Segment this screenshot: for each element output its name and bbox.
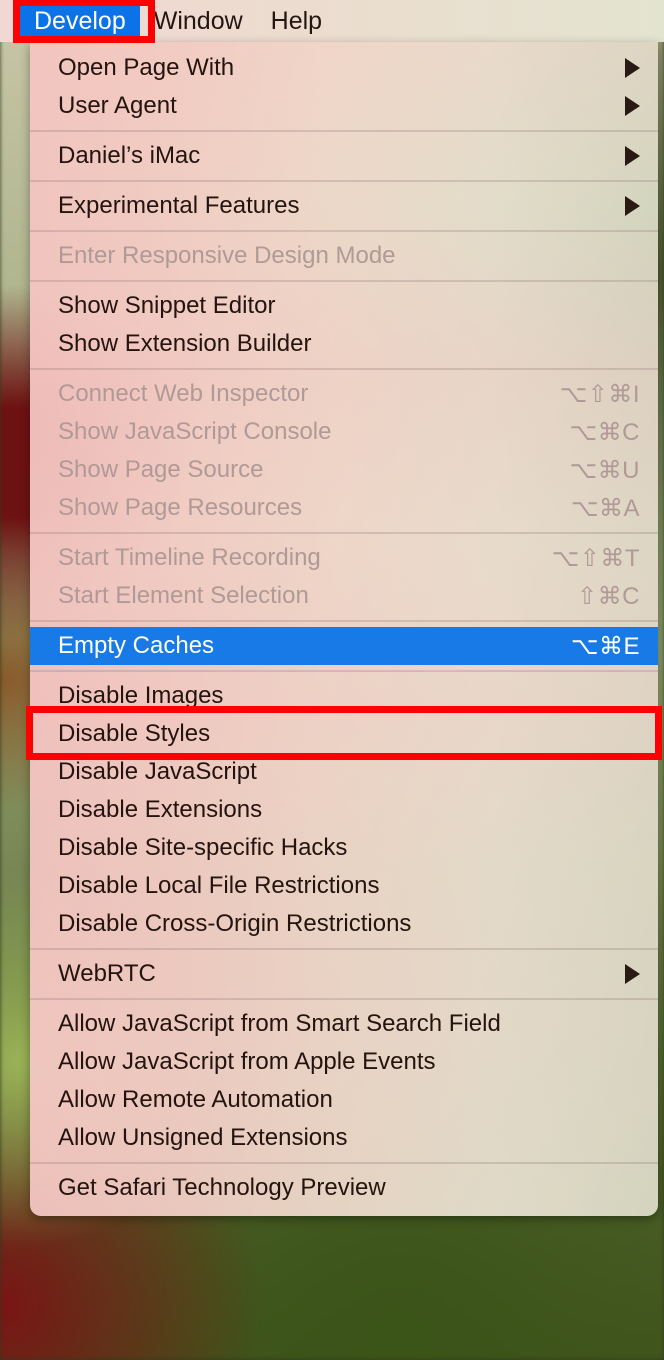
- menu-item-label: Show JavaScript Console: [58, 418, 332, 445]
- menu-item-label: Disable Extensions: [58, 796, 263, 823]
- menu-item-list: Open Page With User Agent Daniel’s iMac Exp…: [30, 49, 658, 1207]
- menu-item-label: Experimental Features: [58, 192, 300, 219]
- menu-separator: [30, 280, 658, 282]
- menu-item-show-javascript-console: Show JavaScript Console ⌥⌘C: [30, 413, 658, 451]
- menu-item-enter-responsive-design-mode: Enter Responsive Design Mode: [30, 237, 658, 275]
- menu-item-disable-styles[interactable]: Disable Styles: [30, 715, 658, 753]
- menu-item-disable-site-specific-hacks[interactable]: Disable Site-specific Hacks: [30, 829, 658, 867]
- menu-item-show-page-source: Show Page Source ⌥⌘U: [30, 451, 658, 489]
- submenu-arrow-icon: [625, 58, 640, 78]
- menu-item-disable-extensions[interactable]: Disable Extensions: [30, 791, 658, 829]
- menu-item-disable-images[interactable]: Disable Images: [30, 677, 658, 715]
- menu-separator: [30, 230, 658, 232]
- menu-item-label: Show Page Source: [58, 456, 264, 483]
- menu-item-label: Show Extension Builder: [58, 330, 312, 357]
- menu-item-allow-javascript-from-apple-events[interactable]: Allow JavaScript from Apple Events: [30, 1043, 658, 1081]
- menu-item-allow-javascript-from-smart-search-field[interactable]: Allow JavaScript from Smart Search Field: [30, 1005, 658, 1043]
- submenu-arrow-icon: [625, 964, 640, 984]
- menu-item-open-page-with[interactable]: Open Page With: [30, 49, 658, 87]
- menu-item-get-safari-technology-preview[interactable]: Get Safari Technology Preview: [30, 1169, 658, 1207]
- menu-item-start-timeline-recording: Start Timeline Recording ⌥⇧⌘T: [30, 539, 658, 577]
- menu-separator: [30, 1162, 658, 1164]
- menu-item-shortcut: ⌥⌘C: [569, 418, 640, 446]
- menu-item-label: Allow Unsigned Extensions: [58, 1124, 348, 1151]
- menu-separator: [30, 948, 658, 950]
- menu-item-shortcut: ⌥⇧⌘I: [559, 380, 640, 408]
- menu-separator: [30, 368, 658, 370]
- menubar-item-develop[interactable]: Develop: [20, 3, 140, 39]
- menu-separator: [30, 620, 658, 622]
- menu-item-label: Disable JavaScript: [58, 758, 257, 785]
- menu-item-label: WebRTC: [58, 960, 156, 987]
- menu-item-connect-web-inspector: Connect Web Inspector ⌥⇧⌘I: [30, 375, 658, 413]
- menu-item-label: Disable Cross-Origin Restrictions: [58, 910, 412, 937]
- menu-item-shortcut: ⌥⌘E: [570, 632, 640, 660]
- submenu-arrow-icon: [625, 96, 640, 116]
- menu-item-disable-javascript[interactable]: Disable JavaScript: [30, 753, 658, 791]
- menu-top-padding: [30, 42, 658, 49]
- menu-separator: [30, 130, 658, 132]
- menu-item-label: Connect Web Inspector: [58, 380, 309, 407]
- menu-item-label: Start Element Selection: [58, 582, 309, 609]
- menu-separator: [30, 998, 658, 1000]
- menu-item-user-agent[interactable]: User Agent: [30, 87, 658, 125]
- menu-item-daniel-s-imac[interactable]: Daniel’s iMac: [30, 137, 658, 175]
- menu-item-label: Enter Responsive Design Mode: [58, 242, 396, 269]
- menu-item-show-page-resources: Show Page Resources ⌥⌘A: [30, 489, 658, 527]
- menu-item-disable-cross-origin-restrictions[interactable]: Disable Cross-Origin Restrictions: [30, 905, 658, 943]
- menu-item-label: Show Page Resources: [58, 494, 303, 521]
- menu-item-show-extension-builder[interactable]: Show Extension Builder: [30, 325, 658, 363]
- menu-item-label: Disable Images: [58, 682, 224, 709]
- menu-item-label: Get Safari Technology Preview: [58, 1174, 386, 1201]
- develop-dropdown-menu: Open Page With User Agent Daniel’s iMac Exp…: [30, 42, 658, 1216]
- menu-item-webrtc[interactable]: WebRTC: [30, 955, 658, 993]
- menu-item-start-element-selection: Start Element Selection ⇧⌘C: [30, 577, 658, 615]
- menu-item-label: Start Timeline Recording: [58, 544, 321, 571]
- menu-bar-items: Develop Window Help: [20, 3, 336, 39]
- menu-item-disable-local-file-restrictions[interactable]: Disable Local File Restrictions: [30, 867, 658, 905]
- menu-bottom-padding: [30, 1207, 658, 1216]
- menu-item-label: Open Page With: [58, 54, 235, 81]
- menu-item-shortcut: ⌥⇧⌘T: [551, 544, 640, 572]
- menu-bar: Develop Window Help: [0, 0, 664, 42]
- menu-item-label: User Agent: [58, 92, 177, 119]
- menubar-item-window[interactable]: Window: [140, 3, 257, 39]
- menu-separator: [30, 670, 658, 672]
- menubar-item-help[interactable]: Help: [257, 3, 336, 39]
- menu-item-label: Disable Styles: [58, 720, 211, 747]
- menu-item-label: Show Snippet Editor: [58, 292, 276, 319]
- menu-item-shortcut: ⇧⌘C: [577, 582, 640, 610]
- menu-item-label: Disable Local File Restrictions: [58, 872, 380, 899]
- menu-separator: [30, 532, 658, 534]
- menu-item-label: Empty Caches: [58, 632, 215, 659]
- menu-item-label: Daniel’s iMac: [58, 142, 201, 169]
- menu-separator: [30, 180, 658, 182]
- menu-item-experimental-features[interactable]: Experimental Features: [30, 187, 658, 225]
- submenu-arrow-icon: [625, 196, 640, 216]
- menu-item-show-snippet-editor[interactable]: Show Snippet Editor: [30, 287, 658, 325]
- menu-item-label: Allow JavaScript from Apple Events: [58, 1048, 436, 1075]
- menu-item-label: Allow JavaScript from Smart Search Field: [58, 1010, 501, 1037]
- menu-item-label: Disable Site-specific Hacks: [58, 834, 348, 861]
- menu-item-shortcut: ⌥⌘A: [570, 494, 640, 522]
- menu-item-allow-unsigned-extensions[interactable]: Allow Unsigned Extensions: [30, 1119, 658, 1157]
- menu-item-allow-remote-automation[interactable]: Allow Remote Automation: [30, 1081, 658, 1119]
- menu-item-label: Allow Remote Automation: [58, 1086, 333, 1113]
- menu-item-shortcut: ⌥⌘U: [569, 456, 640, 484]
- menu-item-empty-caches[interactable]: Empty Caches ⌥⌘E: [30, 627, 658, 665]
- submenu-arrow-icon: [625, 146, 640, 166]
